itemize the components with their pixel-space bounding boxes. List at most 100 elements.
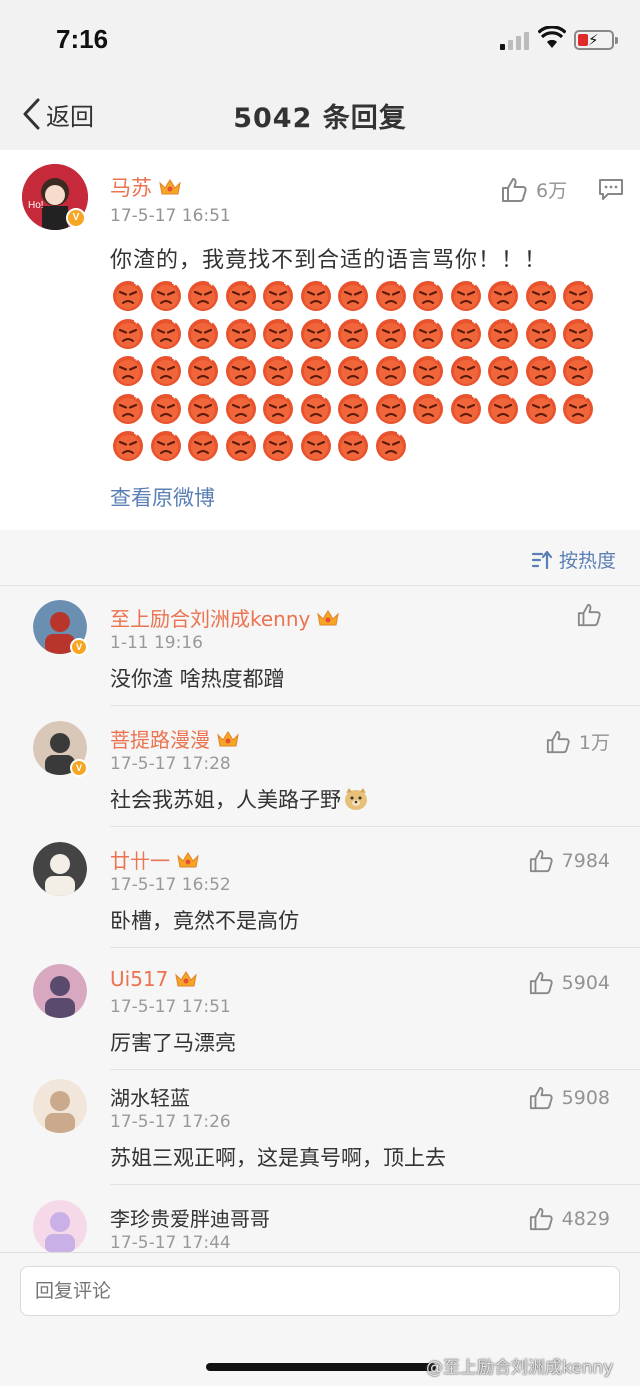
verified-badge-icon: V [70, 638, 88, 656]
angry-face-icon [410, 278, 448, 316]
angry-face-icon [335, 278, 373, 316]
comment-text: 没你渣 啥热度都蹭 [110, 663, 285, 693]
post-text: 你渣的，我竟找不到合适的语言骂你！！！ [110, 248, 548, 273]
avatar[interactable] [33, 1079, 87, 1133]
angry-face-icon [223, 391, 261, 429]
angry-face-icon [110, 428, 148, 466]
thumbs-up-icon [577, 603, 601, 627]
angry-face-icon [485, 316, 523, 354]
vip-crown-icon [216, 729, 240, 749]
status-bar: 7:16 ⚡ [0, 0, 640, 80]
angry-face-icon [560, 316, 598, 354]
like-count: 5908 [561, 1087, 610, 1109]
angry-face-icon [335, 428, 373, 466]
comment-timestamp: 17-5-17 17:26 [110, 1112, 231, 1132]
avatar[interactable] [33, 1200, 87, 1252]
emoji-row [110, 278, 610, 316]
angry-face-icon [373, 428, 411, 466]
thumbs-up-icon [502, 177, 527, 202]
like-count: 7984 [561, 850, 610, 872]
angry-face-icon [448, 278, 486, 316]
comment-item[interactable]: V 菩提路漫漫 17-5-17 17:28 社会我苏姐，人美路子野 1万 [0, 706, 640, 827]
verified-badge-icon: V [66, 208, 86, 228]
angry-face-icon [148, 353, 186, 391]
angry-face-icon [560, 278, 598, 316]
like-button[interactable] [576, 603, 610, 627]
angry-face-icon [410, 391, 448, 429]
thumbs-up-icon [529, 1086, 553, 1110]
angry-face-icon [523, 316, 561, 354]
emoji-row [110, 428, 610, 466]
emoji-grid [110, 278, 610, 466]
divider [110, 947, 640, 948]
battery-icon: ⚡ [574, 30, 618, 50]
angry-face-icon [485, 391, 523, 429]
comment-text: 卧槽，竟然不是高仿 [110, 905, 299, 935]
comment-list: V 至上励合刘洲成kenny 1-11 19:16 没你渣 啥热度都蹭 V 菩提路漫漫 17… [0, 585, 640, 1252]
emoji-row [110, 353, 610, 391]
commenter-name[interactable]: 李珍贵爱胖迪哥哥 [110, 1203, 270, 1232]
nav-bar: 返回 5042 条回复 [0, 80, 640, 148]
comment-text: 社会我苏姐，人美路子野 [110, 784, 369, 816]
avatar[interactable] [33, 964, 87, 1018]
wifi-icon [538, 26, 566, 48]
like-count: 1万 [578, 732, 610, 754]
comment-item[interactable]: Ui517 17-5-17 17:51 厉害了马漂亮 5904 [0, 949, 640, 1070]
angry-face-icon [410, 353, 448, 391]
like-button[interactable]: 5908 [528, 1086, 610, 1110]
angry-face-icon [335, 353, 373, 391]
avatar[interactable] [33, 842, 87, 896]
comment-item[interactable]: 湖水轻蓝 17-5-17 17:26 苏姐三观正啊，这是真号啊，顶上去 5908 [0, 1064, 640, 1185]
angry-face-icon [335, 391, 373, 429]
comment-icon[interactable] [598, 178, 624, 200]
commenter-name[interactable]: 至上励合刘洲成kenny [110, 603, 310, 632]
verified-badge-icon: V [70, 759, 88, 777]
commenter-name[interactable]: 廿卄一 [110, 845, 170, 874]
commenter-name[interactable]: Ui517 [110, 967, 168, 991]
like-count: 4829 [561, 1208, 610, 1230]
like-count: 5904 [561, 972, 610, 994]
angry-face-icon [410, 316, 448, 354]
angry-face-icon [260, 316, 298, 354]
view-original-link[interactable]: 查看原微博 [110, 482, 215, 512]
angry-face-icon [223, 278, 261, 316]
angry-face-icon [298, 278, 336, 316]
divider [0, 585, 640, 586]
angry-face-icon [373, 316, 411, 354]
angry-face-icon [148, 428, 186, 466]
comment-item[interactable]: 廿卄一 17-5-17 16:52 卧槽，竟然不是高仿 7984 [0, 827, 640, 948]
angry-face-icon [110, 391, 148, 429]
comment-item[interactable]: V 至上励合刘洲成kenny 1-11 19:16 没你渣 啥热度都蹭 [0, 585, 640, 706]
angry-face-icon [448, 391, 486, 429]
comment-timestamp: 17-5-17 17:51 [110, 997, 231, 1017]
commenter-name[interactable]: 菩提路漫漫 [110, 724, 210, 753]
angry-face-icon [373, 278, 411, 316]
like-button[interactable]: 7984 [528, 849, 610, 873]
original-comment: Ho! V 马苏 17-5-17 16:51 6万 你渣的，我竟找不到合适的语言… [0, 150, 640, 530]
like-button[interactable]: 4829 [528, 1207, 610, 1231]
reply-input[interactable] [20, 1266, 620, 1316]
angry-face-icon [110, 353, 148, 391]
commenter-name[interactable]: 湖水轻蓝 [110, 1082, 190, 1111]
angry-face-icon [373, 391, 411, 429]
angry-face-icon [223, 353, 261, 391]
svg-text:Ho!: Ho! [28, 200, 44, 211]
comment-text-content: 苏姐三观正啊，这是真号啊，顶上去 [110, 1146, 446, 1170]
comment-timestamp: 17-5-17 17:44 [110, 1233, 231, 1252]
doge-icon [343, 787, 369, 816]
like-button[interactable]: 1万 [545, 728, 610, 755]
vip-crown-icon [158, 177, 182, 197]
like-count: 6万 [536, 180, 568, 202]
comment-text-content: 社会我苏姐，人美路子野 [110, 788, 341, 812]
like-button[interactable]: 6万 [500, 176, 567, 203]
like-button[interactable]: 5904 [528, 971, 610, 995]
angry-face-icon [335, 316, 373, 354]
angry-face-icon [485, 353, 523, 391]
angry-face-icon [298, 428, 336, 466]
home-indicator[interactable] [206, 1363, 436, 1371]
comment-item[interactable]: 李珍贵爱胖迪哥哥 17-5-17 17:44 4829 [0, 1185, 640, 1252]
author-name[interactable]: 马苏 [110, 172, 152, 202]
angry-face-icon [260, 278, 298, 316]
sort-by-hot-button[interactable]: 按热度 [531, 546, 616, 573]
vip-crown-icon [174, 969, 198, 989]
